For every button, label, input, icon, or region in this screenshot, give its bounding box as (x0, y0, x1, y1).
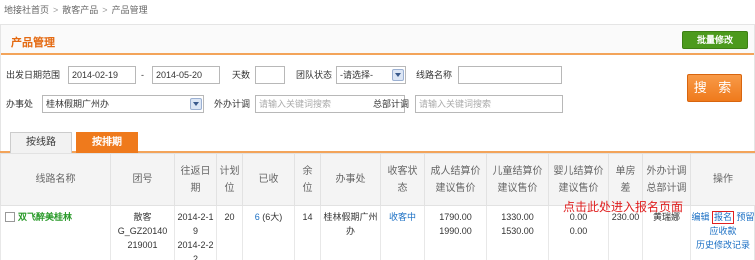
days-label: 天数 (232, 70, 251, 80)
route-name-label: 线路名称 (416, 70, 453, 80)
receivable-link[interactable]: 应收款 (709, 226, 736, 236)
col-plan-staff-header: 外办计调 总部计调 (642, 153, 691, 206)
date-separator: - (141, 70, 144, 80)
office-label: 办事处 (6, 99, 34, 109)
col-remaining-header: 余位 (294, 153, 321, 206)
col-collect-status-header: 收客状态 (380, 153, 425, 206)
tab-by-schedule[interactable]: 按排期 (76, 132, 138, 153)
edit-link[interactable]: 编辑 (691, 212, 709, 222)
signup-annotation: 点击此处进入报名页面 (563, 200, 684, 214)
date-from-input[interactable]: 2014-02-19 (68, 66, 136, 84)
group-status-label: 团队状态 (296, 70, 333, 80)
reserve-link[interactable]: 预留 (737, 212, 755, 222)
office-select[interactable]: 桂林假期广州办 (42, 95, 204, 113)
breadcrumb-home[interactable]: 地接社首页 (4, 3, 49, 17)
received-count-link[interactable]: 6 (255, 212, 260, 222)
group-status-select[interactable]: -请选择- (336, 66, 406, 84)
col-office-header: 办事处 (320, 153, 381, 206)
view-tabs: 按线路 按排期 (0, 128, 755, 153)
child-price-cell: 1330.00 1530.00 (486, 205, 549, 260)
breadcrumb: 地接社首页 > 散客产品 > 产品管理 (4, 3, 148, 17)
col-adult-price-header: 成人结算价 建议售价 (424, 153, 487, 206)
breadcrumb-current: 产品管理 (111, 5, 148, 15)
days-input[interactable] (255, 66, 285, 84)
row-checkbox[interactable] (5, 212, 15, 222)
chevron-down-icon[interactable] (190, 98, 202, 110)
ops-cell: 编辑 报名 预留 应收款 历史修改记录 (690, 205, 755, 260)
search-button[interactable]: 搜 索 (687, 74, 742, 102)
remaining-cell: 14 (294, 205, 321, 260)
col-route-header: 线路名称 (0, 153, 111, 206)
signup-link[interactable]: 报名 (711, 211, 734, 224)
col-dates-header: 往返日期 (174, 153, 217, 206)
tab-by-route[interactable]: 按线路 (10, 132, 72, 153)
page-title: 产品管理 (11, 37, 55, 49)
collect-status-value: 收客中 (388, 212, 416, 222)
col-infant-price-header: 婴儿结算价 建议售价 (548, 153, 609, 206)
outside-plan-label: 外办计调 (214, 99, 251, 109)
batch-edit-button[interactable]: 批量修改 (682, 31, 748, 49)
hq-plan-input[interactable]: 请输入关键词搜索 (415, 95, 563, 113)
col-child-price-header: 儿童结算价 建议售价 (486, 153, 549, 206)
group-status-value: -请选择- (340, 70, 373, 80)
adult-price-cell: 1790.00 1990.00 (424, 205, 487, 260)
route-name-input[interactable] (458, 66, 562, 84)
date-range-label: 出发日期范围 (6, 70, 61, 80)
col-group-no-header: 团号 (110, 153, 175, 206)
breadcrumb-products[interactable]: 散客产品 (62, 3, 98, 17)
col-planned-header: 计划位 (216, 153, 243, 206)
received-cell: 6 (6大) (242, 205, 295, 260)
breadcrumb-separator-icon: > (102, 5, 108, 15)
planned-cell: 20 (216, 205, 243, 260)
group-no-cell: 散客G_GZ20140 219001 (110, 205, 175, 260)
table-header-row: 线路名称 团号 往返日期 计划位 已收 余位 办事处 收客状态 成人结算价 建议售… (0, 153, 755, 206)
office-cell: 桂林假期广州办 (320, 205, 381, 260)
collect-status-cell: 收客中 (380, 205, 425, 260)
history-link[interactable]: 历史修改记录 (696, 240, 750, 250)
hq-plan-label: 总部计调 (373, 99, 410, 109)
date-to-input[interactable]: 2014-05-20 (152, 66, 220, 84)
col-ops-header: 操作 (690, 153, 755, 206)
route-cell: 双飞醉美桂林 (0, 205, 111, 260)
col-single-room-header: 单房差 (608, 153, 643, 206)
col-received-header: 已收 (242, 153, 295, 206)
dates-cell: 2014-2-1 9 2014-2-2 2 (174, 205, 217, 260)
office-value: 桂林假期广州办 (46, 99, 110, 109)
panel-header: 产品管理 批量修改 (1, 25, 754, 55)
chevron-down-icon[interactable] (392, 69, 404, 81)
breadcrumb-separator-icon: > (53, 5, 59, 15)
route-link[interactable]: 双飞醉美桂林 (18, 212, 72, 222)
